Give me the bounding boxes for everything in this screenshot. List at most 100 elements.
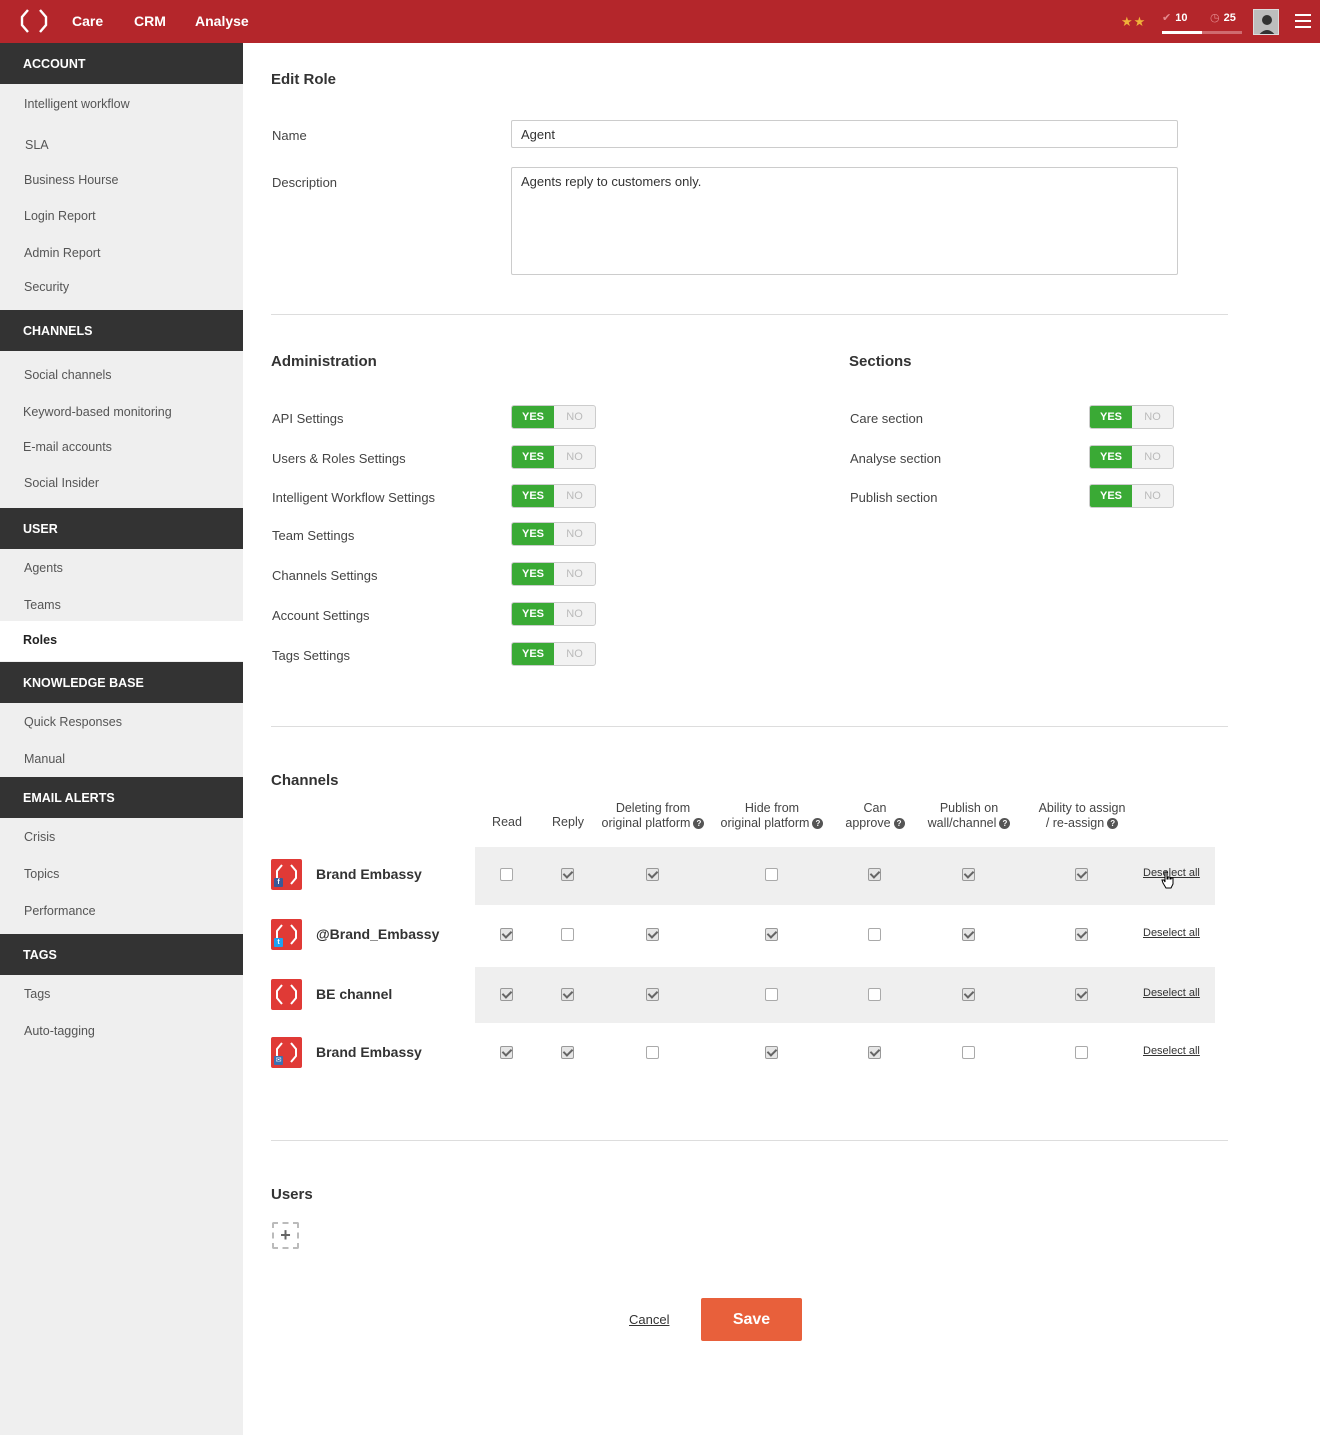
permission-checkbox-hide-from[interactable] [765, 868, 778, 881]
avatar[interactable] [1253, 9, 1279, 35]
permission-checkbox-read[interactable] [500, 1046, 513, 1059]
toggle-care-section[interactable]: YES NO [1089, 405, 1174, 429]
toggle-no[interactable]: NO [554, 563, 595, 585]
toggle-analyse-section[interactable]: YES NO [1089, 445, 1174, 469]
permission-checkbox-deleting-from[interactable] [646, 988, 659, 1001]
permission-checkbox-hide-from[interactable] [765, 1046, 778, 1059]
sidebar-item-agents[interactable]: Agents [24, 561, 63, 575]
cancel-button[interactable]: Cancel [629, 1312, 669, 1327]
column-header-line2-text: original platform [720, 816, 810, 830]
deselect-all-link[interactable]: Deselect all [1143, 927, 1200, 939]
pending-counter[interactable]: ◷ 25 [1210, 11, 1236, 24]
permission-checkbox-publish-on[interactable] [962, 928, 975, 941]
nav-care[interactable]: Care [72, 13, 103, 29]
toggle-publish-section[interactable]: YES NO [1089, 484, 1174, 508]
toggle-yes[interactable]: YES [512, 446, 554, 468]
permission-checkbox-ability-to-assign[interactable] [1075, 1046, 1088, 1059]
sidebar-item-tags[interactable]: Tags [24, 987, 50, 1001]
permission-checkbox-publish-on[interactable] [962, 1046, 975, 1059]
permission-checkbox-reply[interactable] [561, 928, 574, 941]
sidebar-item-keyword-monitoring[interactable]: Keyword-based monitoring [23, 405, 172, 419]
toggle-no[interactable]: NO [554, 523, 595, 545]
toggle-tags-settings[interactable]: YES NO [511, 642, 596, 666]
sidebar-item-social-channels[interactable]: Social channels [24, 368, 112, 382]
toggle-api-settings[interactable]: YES NO [511, 405, 596, 429]
toggle-yes[interactable]: YES [512, 523, 554, 545]
toggle-channels-settings[interactable]: YES NO [511, 562, 596, 586]
toggle-no[interactable]: NO [554, 643, 595, 665]
permission-checkbox-read[interactable] [500, 988, 513, 1001]
sidebar-item-admin-report[interactable]: Admin Report [24, 246, 100, 260]
divider [271, 726, 1228, 727]
permission-checkbox-deleting-from[interactable] [646, 1046, 659, 1059]
sidebar-item-security[interactable]: Security [24, 280, 69, 294]
toggle-no[interactable]: NO [1132, 446, 1173, 468]
toggle-yes[interactable]: YES [512, 603, 554, 625]
sidebar-item-auto-tagging[interactable]: Auto-tagging [24, 1024, 95, 1038]
channel-name: BE channel [316, 986, 393, 1002]
toggle-yes[interactable]: YES [512, 485, 554, 507]
toggle-yes[interactable]: YES [512, 563, 554, 585]
save-button[interactable]: Save [701, 1298, 802, 1341]
permission-checkbox-deleting-from[interactable] [646, 928, 659, 941]
permission-checkbox-publish-on[interactable] [962, 868, 975, 881]
sidebar-item-login-report[interactable]: Login Report [24, 209, 96, 223]
permission-checkbox-reply[interactable] [561, 1046, 574, 1059]
sidebar-item-manual[interactable]: Manual [24, 752, 65, 766]
permission-checkbox-ability-to-assign[interactable] [1075, 928, 1088, 941]
toggle-intelligent-workflow-settings[interactable]: YES NO [511, 484, 596, 508]
permission-checkbox-ability-to-assign[interactable] [1075, 868, 1088, 881]
help-icon[interactable]: ? [1107, 818, 1119, 830]
permission-checkbox-can[interactable] [868, 988, 881, 1001]
toggle-no[interactable]: NO [1132, 406, 1173, 428]
toggle-yes[interactable]: YES [512, 643, 554, 665]
permission-checkbox-publish-on[interactable] [962, 988, 975, 1001]
toggle-users-roles-settings[interactable]: YES NO [511, 445, 596, 469]
toggle-team-settings[interactable]: YES NO [511, 522, 596, 546]
permission-checkbox-read[interactable] [500, 868, 513, 881]
sidebar-item-topics[interactable]: Topics [24, 867, 59, 881]
sidebar-item-sla[interactable]: SLA [25, 138, 49, 152]
permission-checkbox-read[interactable] [500, 928, 513, 941]
toggle-yes[interactable]: YES [1090, 406, 1132, 428]
permission-checkbox-reply[interactable] [561, 868, 574, 881]
permission-checkbox-hide-from[interactable] [765, 928, 778, 941]
name-input[interactable] [511, 120, 1178, 148]
menu-icon[interactable] [1295, 14, 1311, 28]
brand-logo-icon[interactable] [18, 7, 50, 35]
help-icon[interactable]: ? [999, 818, 1011, 830]
toggle-yes[interactable]: YES [1090, 446, 1132, 468]
add-user-button[interactable]: + [272, 1222, 299, 1249]
sidebar-item-social-insider[interactable]: Social Insider [24, 476, 99, 490]
deselect-all-link[interactable]: Deselect all [1143, 987, 1200, 999]
description-textarea[interactable]: Agents reply to customers only. [511, 167, 1178, 275]
toggle-no[interactable]: NO [554, 446, 595, 468]
toggle-no[interactable]: NO [554, 485, 595, 507]
toggle-no[interactable]: NO [554, 406, 595, 428]
nav-analyse[interactable]: Analyse [195, 13, 249, 29]
toggle-no[interactable]: NO [554, 603, 595, 625]
sidebar-item-roles[interactable]: Roles [23, 633, 57, 647]
toggle-account-settings[interactable]: YES NO [511, 602, 596, 626]
toggle-yes[interactable]: YES [512, 406, 554, 428]
nav-crm[interactable]: CRM [134, 13, 166, 29]
sidebar-item-quick-responses[interactable]: Quick Responses [24, 715, 122, 729]
sidebar-item-business-hours[interactable]: Business Hourse [24, 173, 119, 187]
toggle-no[interactable]: NO [1132, 485, 1173, 507]
permission-checkbox-hide-from[interactable] [765, 988, 778, 1001]
toggle-yes[interactable]: YES [1090, 485, 1132, 507]
sidebar-section-tags: TAGS [0, 934, 243, 975]
permission-checkbox-can[interactable] [868, 1046, 881, 1059]
permission-checkbox-deleting-from[interactable] [646, 868, 659, 881]
sidebar-item-performance[interactable]: Performance [24, 904, 96, 918]
sidebar-item-crisis[interactable]: Crisis [24, 830, 55, 844]
sidebar-item-email-accounts[interactable]: E-mail accounts [23, 440, 112, 454]
deselect-all-link[interactable]: Deselect all [1143, 1045, 1200, 1057]
permission-checkbox-can[interactable] [868, 868, 881, 881]
sidebar-item-teams[interactable]: Teams [24, 598, 61, 612]
sidebar-item-intelligent-workflow[interactable]: Intelligent workflow [24, 97, 130, 111]
permission-checkbox-can[interactable] [868, 928, 881, 941]
permission-checkbox-reply[interactable] [561, 988, 574, 1001]
permission-checkbox-ability-to-assign[interactable] [1075, 988, 1088, 1001]
done-counter[interactable]: ✔ 10 [1162, 11, 1187, 24]
